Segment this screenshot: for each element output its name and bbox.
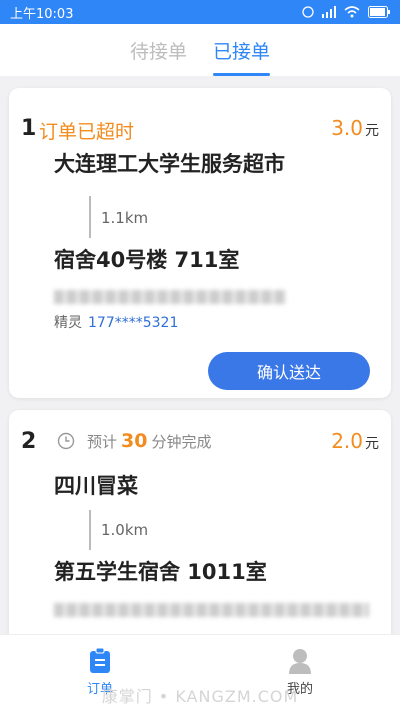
order-card[interactable]: 2 预计 30 分钟完成 2.0 元 四川冒菜 1.0km 第五学生宿舍 1011室: [9, 410, 391, 634]
eta-suffix: 分钟完成: [151, 433, 212, 451]
contact: 精灵 177****5321: [54, 312, 178, 332]
clock-icon: [57, 432, 75, 450]
order-index: 1: [21, 116, 37, 141]
battery-icon: [368, 6, 390, 18]
signal-icon: [322, 6, 336, 18]
tab-pending[interactable]: 待接单: [130, 37, 187, 76]
order-status: 订单已超时: [39, 121, 135, 143]
shop-name: 四川冒菜: [54, 474, 138, 498]
order-index: 2: [21, 429, 37, 454]
order-tabs: 待接单 已接单: [0, 24, 400, 76]
status-time: 上午10:03: [10, 6, 74, 22]
price-unit: 元: [365, 123, 379, 139]
order-price: 2.0 元: [331, 429, 379, 453]
address-blurred: [54, 290, 286, 304]
eta-minutes: 30: [121, 430, 148, 452]
address-blurred: [54, 603, 369, 617]
destination: 第五学生宿舍 1011室: [54, 560, 267, 584]
order-price: 3.0 元: [331, 116, 379, 140]
price-value: 3.0: [331, 116, 363, 140]
destination: 宿舍40号楼 711室: [54, 248, 240, 272]
nav-profile[interactable]: 我的: [200, 635, 400, 710]
confirm-delivery-button[interactable]: 确认送达: [208, 352, 370, 390]
nav-orders[interactable]: 订单: [0, 635, 200, 710]
notification-icon: [302, 6, 314, 18]
user-icon: [289, 649, 311, 674]
contact-phone[interactable]: 177****5321: [88, 315, 178, 331]
price-value: 2.0: [331, 429, 363, 453]
status-icons: [302, 6, 390, 18]
tab-accepted[interactable]: 已接单: [213, 37, 271, 76]
shop-name: 大连理工大学生服务超市: [54, 152, 285, 176]
status-bar: 上午10:03: [0, 0, 400, 24]
route-line: [89, 510, 91, 550]
contact-name: 精灵: [54, 315, 82, 331]
eta: 预计 30 分钟完成: [87, 430, 211, 452]
order-list[interactable]: 1 订单已超时 3.0 元 大连理工大学生服务超市 1.1km 宿舍40号楼 71…: [0, 76, 400, 634]
nav-orders-label: 订单: [86, 682, 113, 697]
order-card[interactable]: 1 订单已超时 3.0 元 大连理工大学生服务超市 1.1km 宿舍40号楼 71…: [9, 88, 391, 398]
eta-prefix: 预计: [87, 433, 118, 451]
route-line: [89, 196, 91, 238]
distance: 1.1km: [101, 209, 149, 227]
bottom-nav: 订单 我的: [0, 634, 400, 710]
clipboard-icon: [90, 648, 110, 673]
price-unit: 元: [365, 436, 379, 452]
nav-profile-label: 我的: [286, 682, 313, 697]
wifi-icon: [344, 6, 360, 18]
distance: 1.0km: [101, 521, 149, 539]
